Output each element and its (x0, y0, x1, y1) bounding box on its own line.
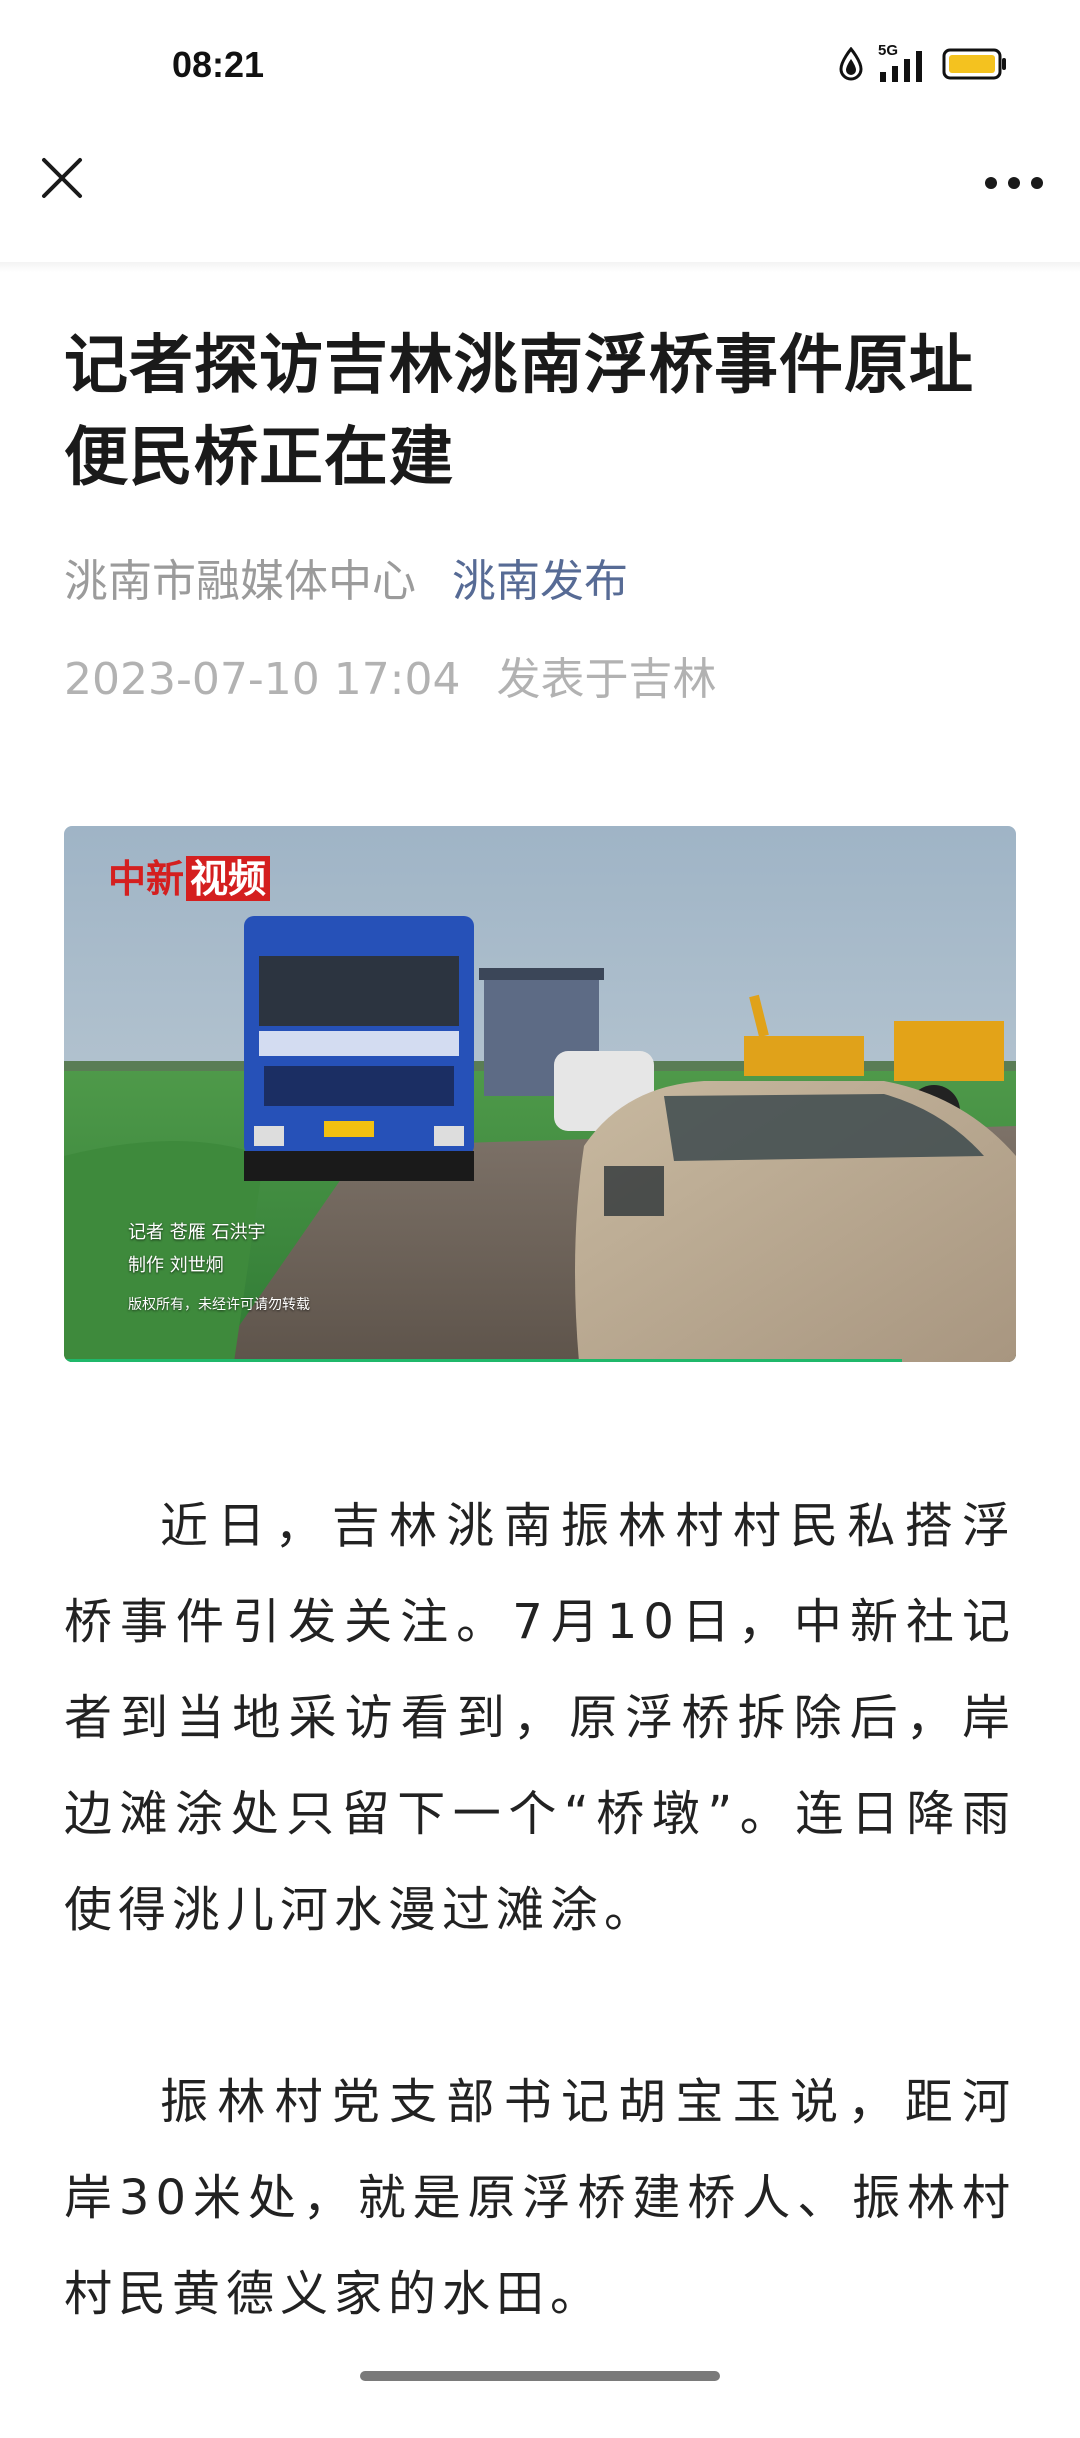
data-saver-icon (838, 46, 864, 85)
nav-divider (0, 262, 1080, 272)
network-type-label: 5G (878, 42, 899, 59)
status-time: 08:21 (172, 44, 265, 85)
status-icons: 5G (838, 42, 1008, 86)
account-name-link[interactable]: 洮南发布 (452, 556, 628, 608)
video-frame (64, 826, 1016, 1362)
signal-icon: 5G (878, 42, 928, 84)
paragraph: 近日，吉林洮南振林村村民私搭浮桥事件引发关注。7月10日，中新社记者到当地采访看… (64, 1498, 1016, 1938)
home-indicator[interactable] (360, 2371, 720, 2381)
video-logo-suffix: 视频 (186, 856, 271, 901)
article-title: 记者探访吉林洮南浮桥事件原址 便民桥正在建 (64, 329, 974, 495)
video-credit-producer: 制作 刘世炯 (128, 1255, 224, 1276)
article-source: 洮南市融媒体中心 (64, 556, 416, 607)
video-player[interactable]: 中新 视频 记者 苍雁 石洪宇 制作 刘世炯 版权所有，未经许可请勿转载 (64, 826, 1016, 1362)
status-bar: 08:21 5G (0, 0, 1080, 135)
battery-icon (942, 47, 1008, 85)
publish-location: 发表于吉林 (496, 654, 717, 705)
video-copyright: 版权所有，未经许可请勿转载 (128, 1297, 310, 1313)
article-meta: 洮南市融媒体中心 洮南发布 (64, 556, 1016, 608)
video-logo: 中新 视频 (108, 848, 271, 903)
article-body: 近日，吉林洮南振林村村民私搭浮桥事件引发关注。7月10日，中新社记者到当地采访看… (64, 1478, 1016, 2438)
video-progress-bar[interactable] (64, 1359, 902, 1362)
close-icon (38, 154, 86, 206)
more-icon (984, 175, 1044, 194)
more-button[interactable] (974, 152, 1054, 216)
video-credit-reporter: 记者 苍雁 石洪宇 (128, 1222, 266, 1243)
article-header: 记者探访吉林洮南浮桥事件原址 便民桥正在建 洮南市融媒体中心 洮南发布 2023… (64, 320, 1016, 706)
article-publish-info: 2023-07-10 17:04 发表于吉林 (64, 654, 1016, 706)
publish-datetime: 2023-07-10 17:04 (64, 654, 461, 705)
paragraph: 振林村党支部书记胡宝玉说，距河岸30米处，就是原浮桥建桥人、振林村村民黄德义家的… (64, 2074, 1016, 2322)
close-button[interactable] (30, 148, 94, 212)
nav-bar (0, 135, 1080, 265)
video-logo-prefix: 中新 (108, 856, 185, 901)
